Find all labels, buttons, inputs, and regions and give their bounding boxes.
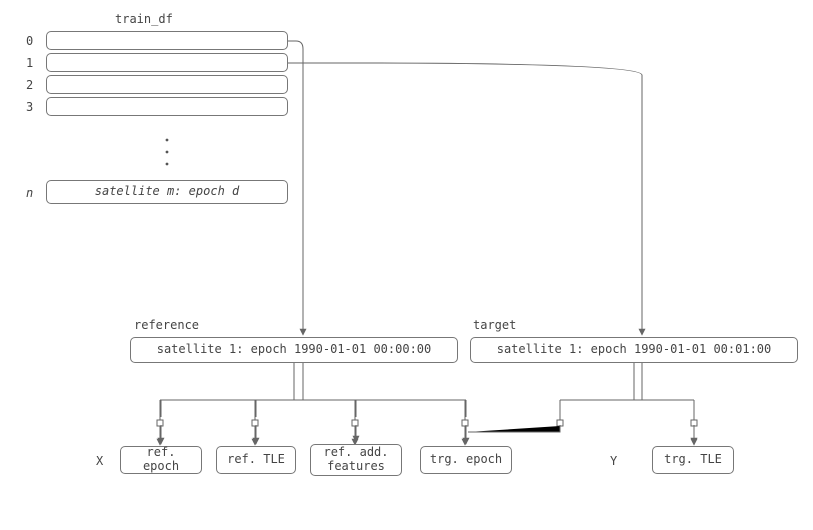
row-index-1: 1 <box>26 56 33 70</box>
reference-label: reference <box>134 318 199 332</box>
train-row-3 <box>46 97 288 116</box>
train-row-n-text: satellite m: epoch d <box>95 185 240 199</box>
ref-epoch-text: ref. epoch <box>127 446 195 474</box>
y-label: Y <box>610 454 617 468</box>
target-label: target <box>473 318 516 332</box>
row-index-2: 2 <box>26 78 33 92</box>
row-index-n: n <box>26 186 33 200</box>
ref-add-box: ref. add. features <box>310 444 402 476</box>
ref-tle-text: ref. TLE <box>227 453 285 467</box>
ref-add-text: ref. add. features <box>323 446 388 474</box>
row-index-3: 3 <box>26 100 33 114</box>
train-row-1 <box>46 53 288 72</box>
target-text: satellite 1: epoch 1990-01-01 00:01:00 <box>497 343 772 357</box>
title-label: train_df <box>115 12 173 26</box>
x-label: X <box>96 454 103 468</box>
train-row-0 <box>46 31 288 50</box>
ref-epoch-box: ref. epoch <box>120 446 202 474</box>
reference-box: satellite 1: epoch 1990-01-01 00:00:00 <box>130 337 458 363</box>
target-box: satellite 1: epoch 1990-01-01 00:01:00 <box>470 337 798 363</box>
train-row-2 <box>46 75 288 94</box>
trg-epoch-text: trg. epoch <box>430 453 502 467</box>
row-index-0: 0 <box>26 34 33 48</box>
reference-text: satellite 1: epoch 1990-01-01 00:00:00 <box>157 343 432 357</box>
trg-epoch-box: trg. epoch <box>420 446 512 474</box>
train-row-n: satellite m: epoch d <box>46 180 288 204</box>
trg-tle-box: trg. TLE <box>652 446 734 474</box>
trg-tle-text: trg. TLE <box>664 453 722 467</box>
ref-tle-box: ref. TLE <box>216 446 296 474</box>
